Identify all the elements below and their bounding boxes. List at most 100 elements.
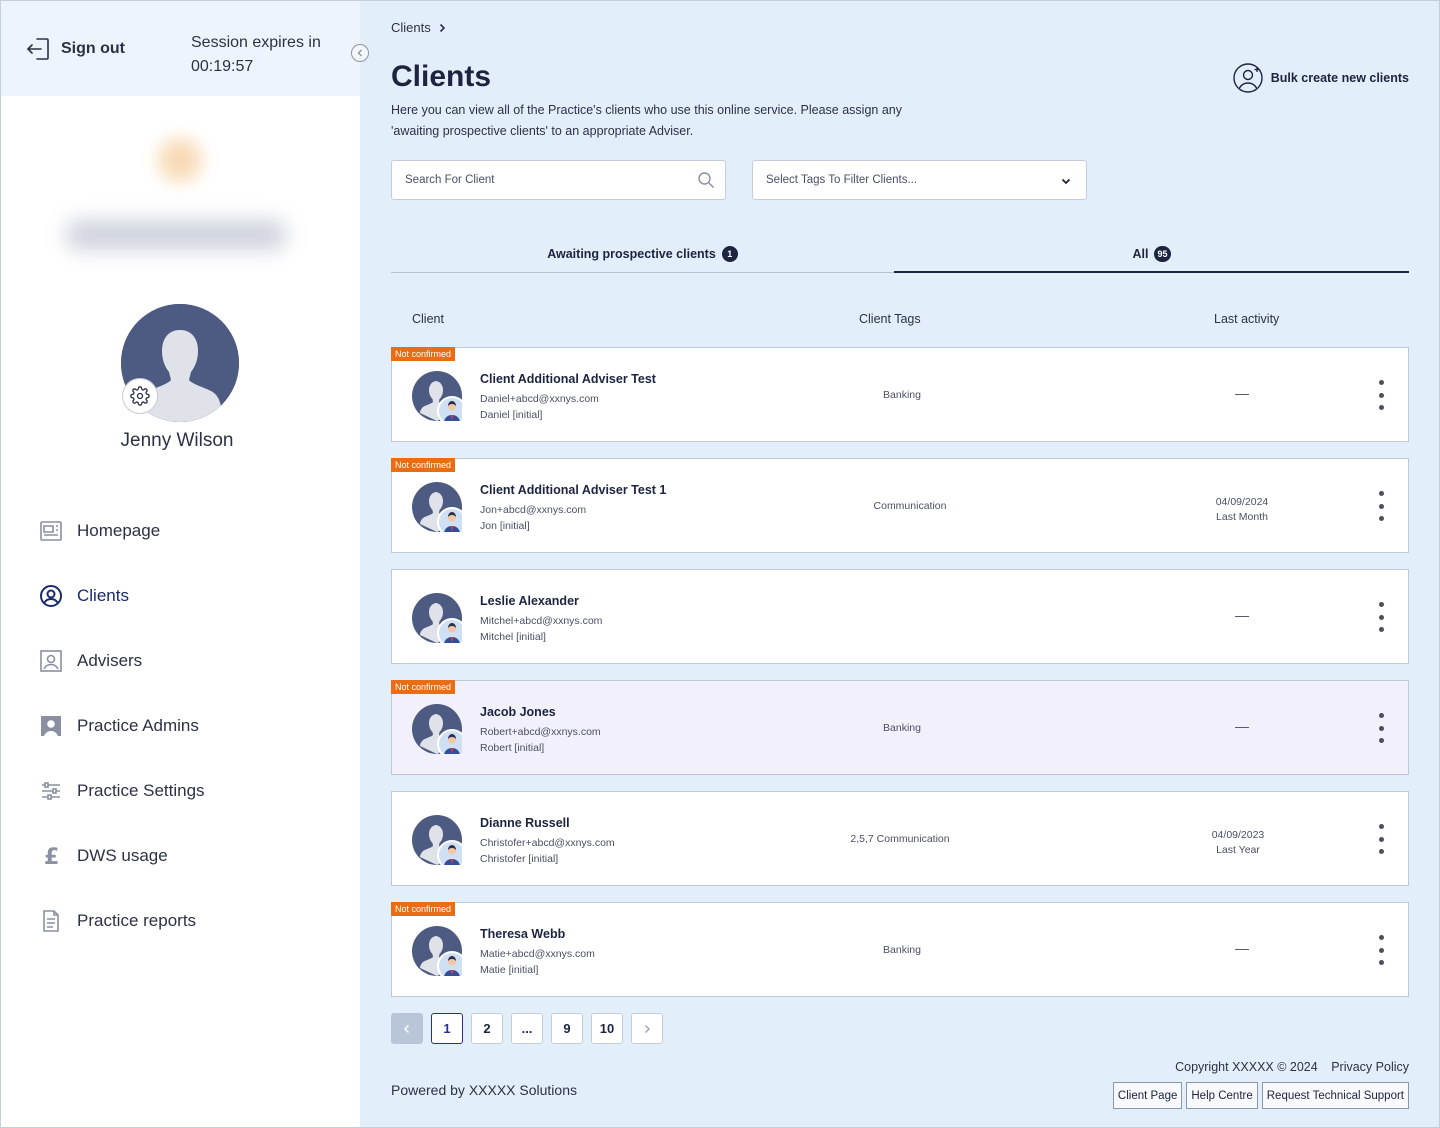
sidebar-item-label: DWS usage xyxy=(77,846,168,865)
client-name[interactable]: Jacob Jones xyxy=(480,705,556,719)
tab-label: Awaiting prospective clients xyxy=(547,247,716,261)
sidebar-item-label: Homepage xyxy=(77,521,161,540)
client-page-link[interactable]: Client Page xyxy=(1112,1082,1183,1109)
client-avatar-icon xyxy=(412,815,467,870)
privacy-policy-link[interactable]: Privacy Policy xyxy=(1331,1060,1409,1074)
sidebar-item-homepage[interactable]: Homepage xyxy=(38,512,205,550)
tab-awaiting-prospective[interactable]: Awaiting prospective clients 1 xyxy=(391,236,894,273)
client-name[interactable]: Dianne Russell xyxy=(480,816,570,830)
technical-support-link[interactable]: Request Technical Support xyxy=(1261,1082,1409,1109)
bulk-create-label: Bulk create new clients xyxy=(1270,71,1409,85)
last-activity-relative: Last Year xyxy=(1216,844,1260,856)
prev-page-button[interactable] xyxy=(391,1013,423,1044)
client-avatar-icon xyxy=(412,926,467,981)
row-menu-button[interactable] xyxy=(1374,933,1388,967)
client-name[interactable]: Leslie Alexander xyxy=(480,594,579,608)
adviser-initial: Matie [initial] xyxy=(480,964,539,976)
status-badge: Not confirmed xyxy=(391,902,456,916)
last-activity: 04/09/2024 Last Month xyxy=(1172,495,1312,525)
document-icon xyxy=(43,910,59,932)
client-tags: 2,5,7 Communication xyxy=(850,833,950,845)
chevron-right-icon xyxy=(439,23,445,32)
row-menu-button[interactable] xyxy=(1374,600,1388,634)
sidebar-item-practice-reports[interactable]: Practice reports xyxy=(38,902,205,940)
avatar xyxy=(412,815,467,870)
practice-logo xyxy=(40,120,310,280)
client-email: Matie+abcd@xxnys.com xyxy=(480,948,595,960)
status-badge: Not confirmed xyxy=(391,680,456,694)
chevron-left-icon xyxy=(357,49,362,57)
adviser-initial: Robert [initial] xyxy=(480,742,545,754)
session-bar: Sign out Session expires in 00:19:57 xyxy=(0,0,360,96)
last-activity: 04/09/2023 Last Year xyxy=(1168,828,1308,858)
sidebar-item-label: Practice Settings xyxy=(77,781,205,800)
client-tags: Banking xyxy=(883,944,921,956)
client-email: Christofer+abcd@xxnys.com xyxy=(480,837,615,849)
client-name[interactable]: Client Additional Adviser Test xyxy=(480,372,656,386)
table-row[interactable]: Leslie Alexander Mitchel+abcd@xxnys.com … xyxy=(391,569,1409,664)
breadcrumb[interactable]: Clients xyxy=(391,20,447,35)
page-button[interactable]: 10 xyxy=(591,1013,623,1044)
profile-settings-button[interactable] xyxy=(122,378,158,414)
status-badge: Not confirmed xyxy=(391,347,456,361)
tab-label: All xyxy=(1132,246,1149,261)
help-centre-link[interactable]: Help Centre xyxy=(1186,1082,1258,1109)
page-description: Here you can view all of the Practice's … xyxy=(391,103,902,138)
tab-all[interactable]: All 95 xyxy=(894,236,1409,273)
sign-out-label: Sign out xyxy=(61,40,125,57)
client-avatar-icon xyxy=(412,482,467,537)
last-activity: — xyxy=(1235,940,1249,956)
table-row[interactable]: Not confirmed Jacob Jones Robert+abcd@xx… xyxy=(391,680,1409,775)
newspaper-icon xyxy=(40,521,62,541)
gear-icon xyxy=(130,386,150,406)
avatar xyxy=(412,482,467,537)
column-header-client: Client xyxy=(412,312,444,326)
adviser-initial: Christofer [initial] xyxy=(480,853,559,865)
avatar xyxy=(412,926,467,981)
client-name[interactable]: Theresa Webb xyxy=(480,927,565,941)
svg-text:£: £ xyxy=(44,845,59,868)
row-menu-button[interactable] xyxy=(1374,378,1388,412)
row-menu-button[interactable] xyxy=(1374,489,1388,523)
search-icon xyxy=(698,172,714,188)
sidebar-item-dws-usage[interactable]: £ DWS usage xyxy=(38,837,205,875)
page-button[interactable]: 9 xyxy=(551,1013,583,1044)
status-badge: Not confirmed xyxy=(391,458,456,472)
avatar xyxy=(412,704,467,759)
search-input[interactable]: Search For Client xyxy=(391,160,726,200)
sidebar-item-clients[interactable]: Clients xyxy=(38,577,205,615)
pagination: 1 2 ... 9 10 xyxy=(391,1013,671,1044)
last-activity: — xyxy=(1235,607,1249,623)
sliders-icon xyxy=(42,782,60,800)
tag-filter-select[interactable]: Select Tags To Filter Clients... xyxy=(752,160,1087,200)
sidebar-item-practice-settings[interactable]: Practice Settings xyxy=(38,772,205,810)
client-name[interactable]: Client Additional Adviser Test 1 xyxy=(480,483,666,497)
row-menu-button[interactable] xyxy=(1374,822,1388,856)
admin-portrait-icon xyxy=(41,716,61,736)
powered-by: Powered by XXXXX Solutions xyxy=(391,1082,577,1098)
next-page-button[interactable] xyxy=(631,1013,663,1044)
table-row[interactable]: Not confirmed Theresa Webb Matie+abcd@xx… xyxy=(391,902,1409,997)
count-badge: 1 xyxy=(721,246,738,262)
row-menu-button[interactable] xyxy=(1374,711,1388,745)
sidebar-item-label: Advisers xyxy=(77,651,143,670)
sidebar-item-advisers[interactable]: Advisers xyxy=(38,642,205,680)
page-button[interactable]: 1 xyxy=(431,1013,463,1044)
chevron-down-icon xyxy=(1061,178,1071,185)
count-badge: 95 xyxy=(1154,245,1171,262)
page-button[interactable]: 2 xyxy=(471,1013,503,1044)
page-ellipsis: ... xyxy=(511,1013,543,1044)
sign-out-button[interactable]: Sign out xyxy=(26,36,125,62)
bulk-create-clients-button[interactable]: Bulk create new clients xyxy=(1233,62,1409,94)
table-row[interactable]: Not confirmed Client Additional Adviser … xyxy=(391,458,1409,553)
table-row[interactable]: Dianne Russell Christofer+abcd@xxnys.com… xyxy=(391,791,1409,886)
chevron-right-icon xyxy=(645,1024,650,1033)
sidebar-item-practice-admins[interactable]: Practice Admins xyxy=(38,707,205,745)
sign-out-icon xyxy=(27,38,49,60)
collapse-sidebar-button[interactable] xyxy=(351,44,369,62)
client-tags: Banking xyxy=(883,722,921,734)
pound-icon: £ xyxy=(44,845,59,868)
sidebar-item-label: Practice reports xyxy=(77,911,197,930)
table-row[interactable]: Not confirmed Client Additional Adviser … xyxy=(391,347,1409,442)
chevron-left-icon xyxy=(404,1024,409,1033)
